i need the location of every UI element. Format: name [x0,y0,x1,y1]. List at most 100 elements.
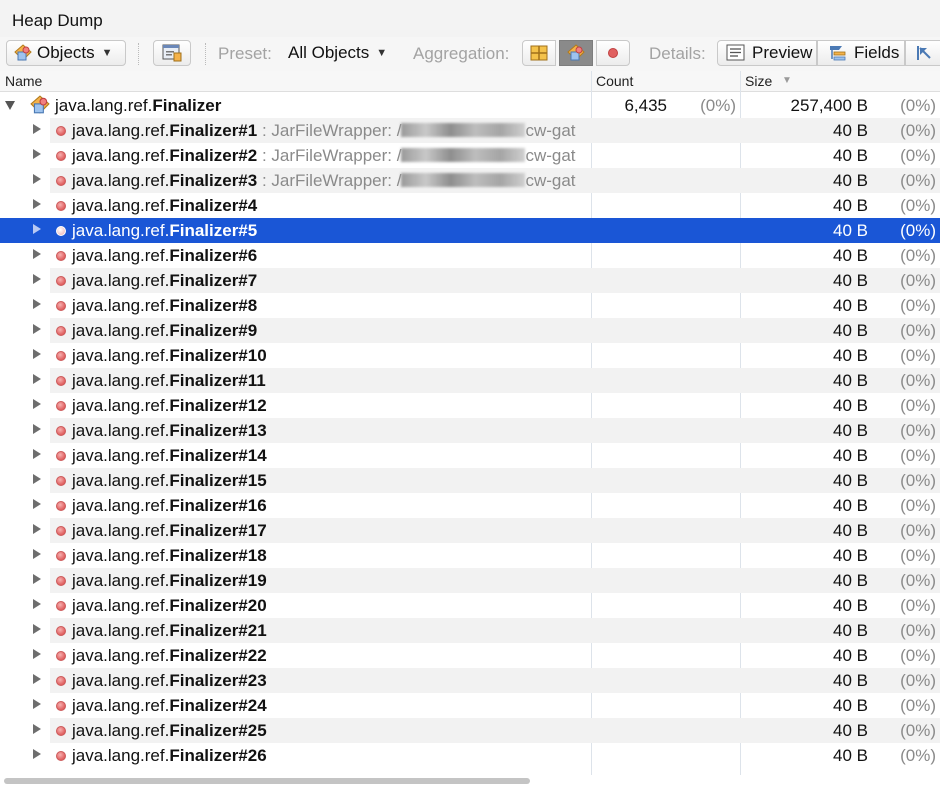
instance-id: Finalizer#15 [169,471,267,490]
expand-arrow-icon[interactable] [33,124,41,134]
expand-arrow-icon[interactable] [33,274,41,284]
expand-arrow-icon[interactable] [33,499,41,509]
expand-arrow-icon[interactable] [33,374,41,384]
column-header-name[interactable]: Name [5,73,42,89]
expand-arrow-icon[interactable] [33,724,41,734]
instance-dot-icon [56,501,66,511]
instance-id: Finalizer#10 [169,346,267,365]
instance-name: java.lang.ref.Finalizer#15 [72,471,267,491]
instance-id: Finalizer#5 [169,221,258,240]
fields-button[interactable]: Fields [817,40,905,66]
aggregation-objects-button[interactable] [559,40,593,66]
tree-root-row[interactable]: java.lang.ref.Finalizer 6,435 (0%) 257,4… [0,93,940,118]
instance-package: java.lang.ref. [72,146,170,165]
expand-arrow-icon[interactable] [33,624,41,634]
instance-size: 40 B [833,746,868,765]
instance-size: 40 B [833,171,868,190]
table-header: Name Count Size ▼ [0,71,940,92]
instance-description: : JarFileWrapper: / [257,146,402,165]
preset-dropdown[interactable]: All Objects ▼ [278,40,398,66]
table-row[interactable]: java.lang.ref.Finalizer#26 40 B (0%) [0,743,940,768]
expand-arrow-icon[interactable] [33,149,41,159]
expand-arrow-icon[interactable] [33,249,41,259]
table-row[interactable]: java.lang.ref.Finalizer#16 40 B (0%) [0,493,940,518]
window-titlebar: Heap Dump [0,0,940,38]
expand-arrow-icon[interactable] [33,324,41,334]
expand-arrow-icon[interactable] [33,299,41,309]
expand-arrow-icon[interactable] [33,424,41,434]
instance-name: java.lang.ref.Finalizer#25 [72,721,267,741]
table-row[interactable]: java.lang.ref.Finalizer#8 40 B (0%) [0,293,940,318]
expand-arrow-icon[interactable] [33,524,41,534]
column-header-count[interactable]: Count [596,73,633,89]
expand-arrow-icon[interactable] [33,649,41,659]
expand-arrow-icon[interactable] [33,474,41,484]
root-class-name: java.lang.ref.Finalizer [55,96,221,116]
table-row[interactable]: java.lang.ref.Finalizer#20 40 B (0%) [0,593,940,618]
table-row[interactable]: java.lang.ref.Finalizer#2 : JarFileWrapp… [0,143,940,168]
expand-arrow-icon[interactable] [33,199,41,209]
preview-button[interactable]: Preview [717,40,817,66]
instance-id: Finalizer#9 [169,321,258,340]
instance-dot-icon [56,626,66,636]
table-row[interactable]: java.lang.ref.Finalizer#10 40 B (0%) [0,343,940,368]
expand-arrow-icon[interactable] [33,699,41,709]
expand-arrow-icon[interactable] [33,599,41,609]
expand-arrow-icon[interactable] [33,549,41,559]
instance-name: java.lang.ref.Finalizer#22 [72,646,267,666]
table-row[interactable]: java.lang.ref.Finalizer#24 40 B (0%) [0,693,940,718]
table-row[interactable]: java.lang.ref.Finalizer#13 40 B (0%) [0,418,940,443]
instance-name: java.lang.ref.Finalizer#1 : JarFileWrapp… [72,121,576,141]
instance-size-percent: (0%) [900,296,936,315]
references-button[interactable] [905,40,940,66]
table-row[interactable]: java.lang.ref.Finalizer#7 40 B (0%) [0,268,940,293]
instance-dot-icon [56,301,66,311]
expand-arrow-icon[interactable] [33,399,41,409]
expand-arrow-icon[interactable] [33,749,41,759]
instance-size: 40 B [833,296,868,315]
preset-value: All Objects [288,43,370,62]
expand-arrow-icon[interactable] [33,224,41,234]
expand-arrow-icon[interactable] [33,574,41,584]
collapse-arrow-icon[interactable] [5,101,15,110]
instance-name: java.lang.ref.Finalizer#23 [72,671,267,691]
instance-size: 40 B [833,471,868,490]
table-row[interactable]: java.lang.ref.Finalizer#3 : JarFileWrapp… [0,168,940,193]
instance-size: 40 B [833,121,868,140]
horizontal-scrollbar[interactable] [4,778,530,784]
name-cell: java.lang.ref.Finalizer#17 [0,518,590,543]
table-row[interactable]: java.lang.ref.Finalizer#19 40 B (0%) [0,568,940,593]
table-row[interactable]: java.lang.ref.Finalizer#25 40 B (0%) [0,718,940,743]
instance-dot-icon [56,201,66,211]
column-header-size[interactable]: Size [745,73,772,89]
table-row[interactable]: java.lang.ref.Finalizer#9 40 B (0%) [0,318,940,343]
table-row[interactable]: java.lang.ref.Finalizer#23 40 B (0%) [0,668,940,693]
objects-view-dropdown[interactable]: Objects ▼ [6,40,126,66]
instance-id: Finalizer#16 [169,496,267,515]
instance-dot-icon [56,151,66,161]
table-row[interactable]: java.lang.ref.Finalizer#21 40 B (0%) [0,618,940,643]
table-row[interactable]: java.lang.ref.Finalizer#14 40 B (0%) [0,443,940,468]
instance-size-percent: (0%) [900,396,936,415]
table-row[interactable]: java.lang.ref.Finalizer#6 40 B (0%) [0,243,940,268]
instance-size: 40 B [833,221,868,240]
instance-package: java.lang.ref. [72,121,170,140]
expand-arrow-icon[interactable] [33,174,41,184]
expand-arrow-icon[interactable] [33,449,41,459]
expand-arrow-icon[interactable] [33,674,41,684]
table-row[interactable]: java.lang.ref.Finalizer#18 40 B (0%) [0,543,940,568]
aggregation-instances-button[interactable] [596,40,630,66]
object-tree: java.lang.ref.Finalizer 6,435 (0%) 257,4… [0,93,940,768]
aggregation-classes-button[interactable] [522,40,556,66]
table-row[interactable]: java.lang.ref.Finalizer#1 : JarFileWrapp… [0,118,940,143]
table-row[interactable]: java.lang.ref.Finalizer#5 40 B (0%) [0,218,940,243]
table-row[interactable]: java.lang.ref.Finalizer#4 40 B (0%) [0,193,940,218]
table-row[interactable]: java.lang.ref.Finalizer#12 40 B (0%) [0,393,940,418]
instance-package: java.lang.ref. [72,246,170,265]
heap-snapshot-button[interactable] [153,40,191,66]
table-row[interactable]: java.lang.ref.Finalizer#15 40 B (0%) [0,468,940,493]
table-row[interactable]: java.lang.ref.Finalizer#11 40 B (0%) [0,368,940,393]
table-row[interactable]: java.lang.ref.Finalizer#17 40 B (0%) [0,518,940,543]
expand-arrow-icon[interactable] [33,349,41,359]
table-row[interactable]: java.lang.ref.Finalizer#22 40 B (0%) [0,643,940,668]
